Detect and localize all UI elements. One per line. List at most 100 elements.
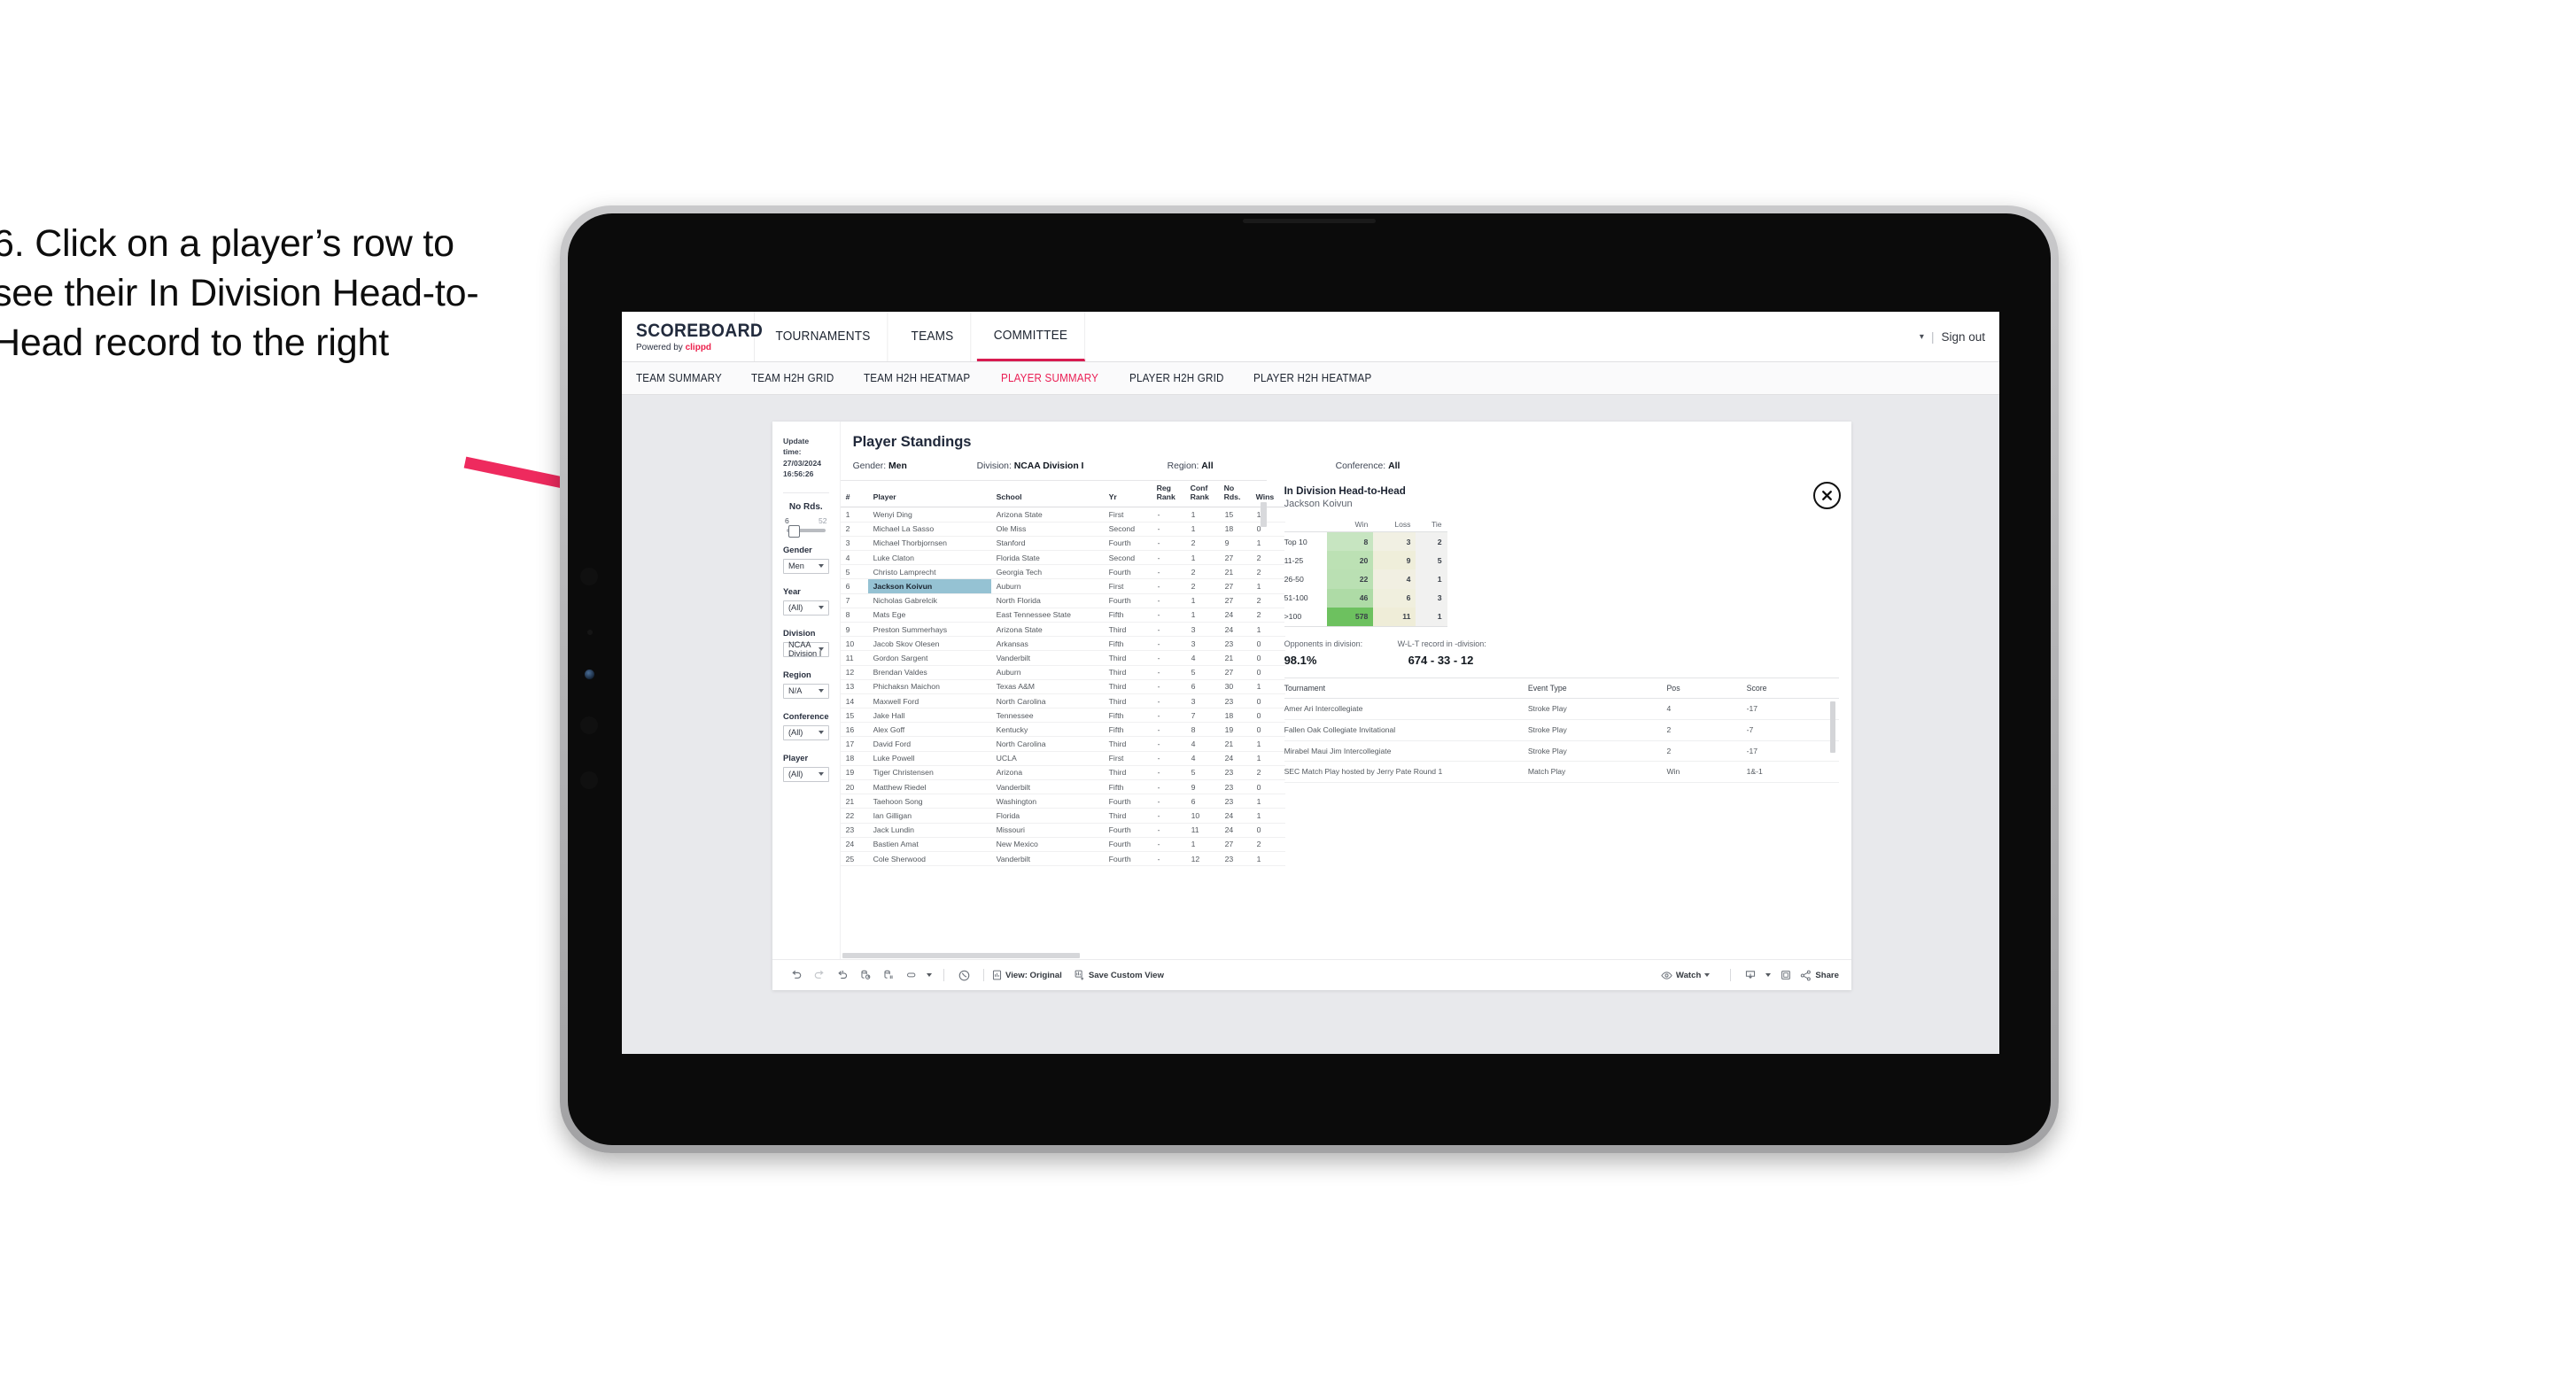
- filter-player-select[interactable]: (All): [783, 766, 829, 782]
- download-icon[interactable]: [1739, 969, 1762, 981]
- nav-tab-teams[interactable]: TEAMS: [895, 312, 972, 361]
- highlight-dropdown-icon[interactable]: [923, 973, 935, 977]
- h2h-row-label: Top 10: [1284, 531, 1327, 552]
- meta-conference-value: All: [1388, 461, 1401, 471]
- table-row[interactable]: 20 Matthew Riedel Vanderbilt Fifth -9 23 0: [840, 779, 1285, 795]
- row-player: Alex Goff: [867, 722, 991, 738]
- table-row[interactable]: 8 Mats Ege East Tennessee State Fifth -1 24 2: [840, 608, 1285, 623]
- table-row[interactable]: 10 Jacob Skov Olesen Arkansas Fifth -3 23 0: [840, 636, 1285, 652]
- row-yr: Second: [1103, 550, 1154, 566]
- revert-icon[interactable]: [831, 969, 854, 981]
- filter-conference-select[interactable]: (All): [783, 724, 829, 740]
- table-row[interactable]: 3 Michael Thorbjornsen Stanford Fourth -2 9 1: [840, 536, 1285, 552]
- col-reg-rank[interactable]: Reg Rank: [1153, 481, 1188, 508]
- chevron-down-icon: [818, 606, 824, 610]
- col-no-rds[interactable]: No Rds.: [1221, 481, 1253, 508]
- subtab-team-h2h-heatmap[interactable]: TEAM H2H HEATMAP: [864, 372, 970, 384]
- h2h-cell-tie: 3: [1416, 588, 1447, 608]
- table-row[interactable]: 14 Maxwell Ford North Carolina Third -3 23 0: [840, 693, 1285, 709]
- table-row[interactable]: 5 Christo Lamprecht Georgia Tech Fourth -2 21…: [840, 564, 1285, 580]
- filter-division-select[interactable]: NCAA Division I: [783, 640, 829, 658]
- col-no-rds-l1: No: [1223, 484, 1235, 492]
- row-school: Vanderbilt: [990, 779, 1104, 795]
- tournament-name: Fallen Oak Collegiate Invitational: [1284, 719, 1528, 741]
- filter-gender-value: Men: [788, 561, 804, 571]
- table-row[interactable]: 9 Preston Summerhays Arizona State Third -3 2…: [840, 622, 1285, 638]
- toolbar-right-group: Watch Share: [1661, 969, 1839, 981]
- row-yr: Third: [1103, 808, 1154, 824]
- row-no-rds: 23: [1221, 765, 1253, 781]
- slider-handle[interactable]: [788, 524, 800, 538]
- filter-region-select[interactable]: N/A: [783, 683, 829, 699]
- tournament-row: Fallen Oak Collegiate Invitational Stroke…: [1284, 719, 1840, 741]
- col-player[interactable]: Player: [867, 481, 991, 508]
- update-time-value: 27/03/2024 16:56:26: [783, 458, 822, 479]
- table-row[interactable]: 4 Luke Claton Florida State Second -1 27 2: [840, 550, 1285, 566]
- pause-icon[interactable]: [877, 969, 900, 981]
- table-row[interactable]: 1 Wenyi Ding Arizona State First -1 15 1: [840, 507, 1285, 523]
- filter-year-select[interactable]: (All): [783, 600, 829, 616]
- update-time-label: Update time:: [783, 437, 810, 457]
- row-player: Jacob Skov Olesen: [867, 636, 991, 652]
- table-row[interactable]: 13 Phichaksn Maichon Texas A&M Third -6 30 1: [840, 679, 1285, 694]
- watch-button[interactable]: Watch: [1661, 971, 1711, 980]
- row-conf-rank: 1: [1187, 550, 1222, 566]
- highlight-icon[interactable]: [900, 969, 923, 981]
- table-row[interactable]: 22 Ian Gilligan Florida Third -10 24 1: [840, 808, 1285, 824]
- subtab-player-summary[interactable]: PLAYER SUMMARY: [1001, 372, 1098, 384]
- table-row[interactable]: 17 David Ford North Carolina Third -4 21 1: [840, 736, 1285, 752]
- viz-toolbar: View: Original Save Custom View Watch Sh…: [772, 959, 1851, 990]
- table-row[interactable]: 24 Bastien Amat New Mexico Fourth -1 27 2: [840, 837, 1285, 852]
- table-row[interactable]: 15 Jake Hall Tennessee Fifth -7 18 0: [840, 708, 1285, 724]
- download-dropdown-icon[interactable]: [1762, 973, 1774, 977]
- subtab-player-h2h-heatmap[interactable]: PLAYER H2H HEATMAP: [1253, 372, 1371, 384]
- no-rds-slider[interactable]: 6 52: [783, 516, 829, 538]
- table-row[interactable]: 21 Taehoon Song Washington Fourth -6 23 1: [840, 794, 1285, 809]
- table-row[interactable]: 6 Jackson Koivun Auburn First -2 27 1: [840, 578, 1285, 594]
- table-row[interactable]: 11 Gordon Sargent Vanderbilt Third -4 21 0: [840, 650, 1285, 666]
- col-yr[interactable]: Yr: [1103, 481, 1154, 508]
- col-conf-rank[interactable]: Conf Rank: [1187, 481, 1222, 508]
- close-icon[interactable]: [1813, 482, 1842, 509]
- sign-out-link[interactable]: Sign out: [1941, 330, 1985, 344]
- share-button[interactable]: Share: [1800, 970, 1839, 981]
- reset-icon[interactable]: [952, 969, 975, 982]
- tournament-pos: 2: [1666, 740, 1747, 763]
- standings-horizontal-scrollbar[interactable]: [840, 952, 1267, 959]
- subtab-player-h2h-grid[interactable]: PLAYER H2H GRID: [1129, 372, 1224, 384]
- standings-table-container[interactable]: # Player School Yr Reg Rank Conf Rank No…: [840, 480, 1285, 959]
- undo-icon[interactable]: [785, 969, 808, 981]
- table-row[interactable]: 2 Michael La Sasso Ole Miss Second -1 18 0: [840, 522, 1285, 537]
- standings-vertical-scrollbar[interactable]: [1260, 502, 1267, 918]
- fullscreen-icon[interactable]: [1774, 969, 1797, 981]
- view-original-button[interactable]: View: Original: [992, 970, 1062, 980]
- filter-gender-select[interactable]: Men: [783, 558, 829, 574]
- table-row[interactable]: 16 Alex Goff Kentucky Fifth -8 19 0: [840, 722, 1285, 738]
- table-row[interactable]: 7 Nicholas Gabrelcik North Florida Fourth -1…: [840, 593, 1285, 608]
- table-row[interactable]: 19 Tiger Christensen Arizona Third -5 23 2: [840, 765, 1285, 781]
- subtab-team-h2h-grid[interactable]: TEAM H2H GRID: [751, 372, 834, 384]
- h2h-player-name: Jackson Koivun: [1284, 499, 1353, 509]
- table-row[interactable]: 23 Jack Lundin Missouri Fourth -11 24 0: [840, 823, 1285, 838]
- refresh-data-icon[interactable]: [854, 969, 877, 981]
- table-row[interactable]: 25 Cole Sherwood Vanderbilt Fourth -12 23 1: [840, 851, 1285, 867]
- col-school[interactable]: School: [990, 481, 1104, 508]
- tournament-scrollbar[interactable]: [1830, 701, 1836, 753]
- nav-tab-committee[interactable]: COMMITTEE: [976, 312, 1085, 361]
- account-menu-icon[interactable]: ▾: [1920, 332, 1924, 342]
- subtab-team-summary[interactable]: TEAM SUMMARY: [636, 372, 722, 384]
- row-reg-rank: -: [1153, 779, 1188, 795]
- nav-tab-tournaments[interactable]: TOURNAMENTS: [759, 312, 888, 361]
- app-logo[interactable]: SCOREBOARD Powered by clippd: [622, 312, 763, 361]
- tournament-table-container[interactable]: Tournament Event Type Pos Score Amer Ari: [1284, 677, 1840, 784]
- col-rank[interactable]: #: [840, 481, 868, 508]
- table-row[interactable]: 18 Luke Powell UCLA First -4 24 1: [840, 751, 1285, 766]
- row-conf-rank: 9: [1187, 779, 1222, 795]
- row-conf-rank: 5: [1187, 665, 1222, 680]
- row-player: Jack Lundin: [867, 823, 991, 838]
- row-school: Auburn: [990, 578, 1104, 594]
- slider-track[interactable]: [787, 524, 826, 538]
- redo-icon[interactable]: [808, 969, 831, 981]
- table-row[interactable]: 12 Brendan Valdes Auburn Third -5 27 0: [840, 665, 1285, 680]
- save-custom-view-button[interactable]: Save Custom View: [1075, 970, 1164, 980]
